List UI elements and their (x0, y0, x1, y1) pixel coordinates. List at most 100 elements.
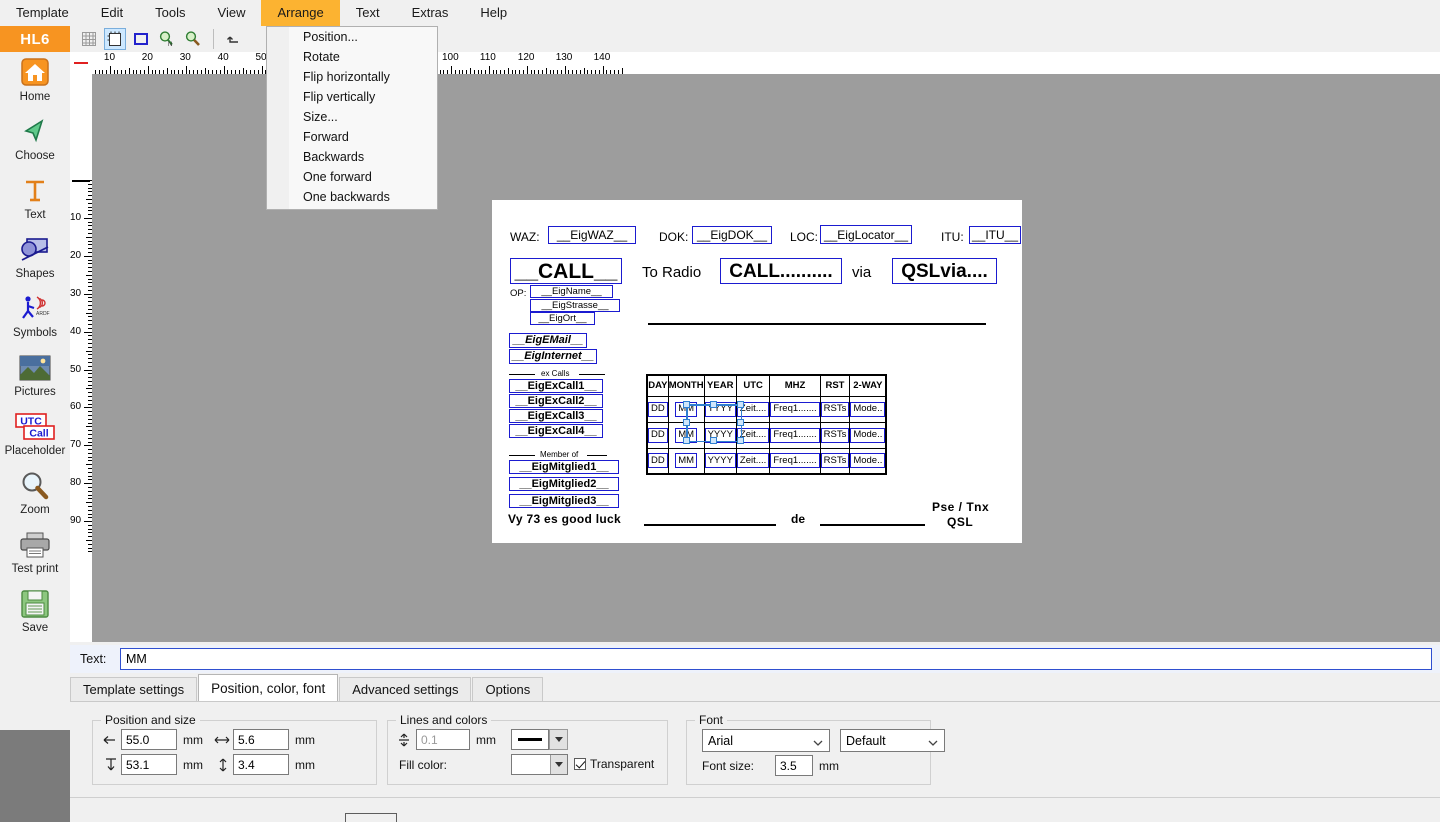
size-height-input[interactable] (233, 754, 289, 775)
qso-cell-r3-c2[interactable]: MM (667, 447, 705, 475)
menu-item-template[interactable]: Template (0, 0, 85, 26)
resize-handle-nw[interactable] (683, 401, 690, 408)
qso-placeholder-field[interactable]: DD (648, 453, 668, 469)
sidebar-item-placeholder[interactable]: UTC Call Placeholder (0, 406, 70, 465)
tab-options[interactable]: Options (472, 677, 544, 701)
menu-option-one-forward[interactable]: One forward (267, 167, 437, 187)
email-field[interactable]: __EigEMail__ (509, 333, 587, 348)
op-name-field[interactable]: __EigName__ (530, 285, 613, 298)
sidebar-item-text[interactable]: Text (0, 170, 70, 229)
ex-call-field-3[interactable]: __EigExCall3__ (509, 409, 603, 423)
qso-placeholder-field[interactable]: Mode.. (850, 427, 886, 443)
qso-cell-r2-c6[interactable]: RSTs (819, 421, 851, 449)
qso-cell-r3-c5[interactable]: Freq1....... (769, 447, 821, 475)
member-field-1[interactable]: __EigMitglied1__ (509, 460, 619, 474)
menu-option-position[interactable]: Position... (267, 27, 437, 47)
line-thickness-input[interactable] (416, 729, 470, 750)
resize-handle-n[interactable] (710, 401, 717, 408)
qso-placeholder-field[interactable]: Mode.. (850, 453, 886, 469)
loc-field[interactable]: __EigLocator__ (820, 225, 912, 244)
line-style-dropdown-button[interactable] (549, 729, 568, 750)
resize-handle-s[interactable] (710, 437, 717, 444)
tab-advanced-settings[interactable]: Advanced settings (339, 677, 472, 701)
font-family-select[interactable]: Arial (702, 729, 830, 752)
qso-cell-r2-c5[interactable]: Freq1....... (769, 421, 821, 449)
op-city-field[interactable]: __EigOrt__ (530, 312, 595, 325)
resize-handle-se[interactable] (737, 437, 744, 444)
qso-placeholder-field[interactable]: Freq1....... (770, 401, 820, 417)
call-field[interactable]: __CALL__ (510, 258, 622, 284)
via-field[interactable]: QSLvia.... (892, 258, 997, 284)
qso-placeholder-field[interactable]: RSTs (820, 401, 850, 417)
sidebar-item-pictures[interactable]: Pictures (0, 347, 70, 406)
member-field-3[interactable]: __EigMitglied3__ (509, 494, 619, 508)
font-size-input[interactable] (775, 755, 813, 776)
resize-handle-sw[interactable] (683, 437, 690, 444)
qso-table-header-month[interactable]: MONTH (667, 374, 705, 397)
arrange-dropdown-menu[interactable]: Position... Rotate Flip horizontally Fli… (266, 26, 438, 210)
menu-item-text[interactable]: Text (340, 0, 396, 26)
resize-handle-e[interactable] (737, 419, 744, 426)
ex-call-field-2[interactable]: __EigExCall2__ (509, 394, 603, 408)
font-style-select[interactable]: Default (840, 729, 945, 752)
sidebar-item-choose[interactable]: Choose (0, 111, 70, 170)
selection-box[interactable] (683, 401, 744, 444)
menu-item-view[interactable]: View (202, 0, 262, 26)
size-width-input[interactable] (233, 729, 289, 750)
qso-placeholder-field[interactable]: YYYY (704, 453, 736, 469)
fill-color-swatch[interactable] (511, 754, 568, 775)
internet-field[interactable]: __EigInternet__ (509, 349, 597, 364)
menu-item-help[interactable]: Help (464, 0, 523, 26)
zoom-icon[interactable] (182, 28, 204, 50)
menu-item-edit[interactable]: Edit (85, 0, 139, 26)
ex-call-field-1[interactable]: __EigExCall1__ (509, 379, 603, 393)
qso-table-header-utc[interactable]: UTC (735, 374, 771, 397)
qso-cell-r1-c5[interactable]: Freq1....... (769, 395, 821, 423)
qso-placeholder-field[interactable]: Freq1....... (770, 453, 820, 469)
position-x-input[interactable] (121, 729, 177, 750)
menu-option-one-backwards[interactable]: One backwards (267, 187, 437, 207)
qso-cell-r2-c1[interactable]: DD (646, 421, 669, 449)
footer-button[interactable] (345, 813, 397, 822)
qso-placeholder-field[interactable]: RSTs (820, 427, 850, 443)
menu-option-flip-horizontally[interactable]: Flip horizontally (267, 67, 437, 87)
qso-cell-r1-c1[interactable]: DD (646, 395, 669, 423)
resize-handle-w[interactable] (683, 419, 690, 426)
itu-field[interactable]: __ITU__ (969, 226, 1021, 244)
qso-cell-r3-c7[interactable]: Mode.. (849, 447, 887, 475)
qso-placeholder-field[interactable]: Zeit.... (736, 453, 770, 469)
dok-field[interactable]: __EigDOK__ (692, 226, 772, 244)
qso-placeholder-field[interactable]: Mode.. (850, 401, 886, 417)
sidebar-item-home[interactable]: Home (0, 52, 70, 111)
line-style-preview[interactable] (511, 729, 549, 750)
op-street-field[interactable]: __EigStrasse__ (530, 299, 620, 312)
qso-table-header-rst[interactable]: RST (819, 374, 851, 397)
qso-cell-r3-c3[interactable]: YYYY (703, 447, 737, 475)
fill-color-dropdown-button[interactable] (550, 755, 567, 774)
sidebar-item-zoom[interactable]: Zoom (0, 465, 70, 524)
qso-placeholder-field[interactable]: Freq1....... (770, 427, 820, 443)
qsl-card[interactable]: WAZ: __EigWAZ__ DOK: __EigDOK__ LOC: __E… (492, 200, 1022, 543)
menu-option-size[interactable]: Size... (267, 107, 437, 127)
qso-cell-r3-c6[interactable]: RSTs (819, 447, 851, 475)
qso-table-header-2-way[interactable]: 2-WAY (849, 374, 887, 397)
menu-item-tools[interactable]: Tools (139, 0, 201, 26)
qso-cell-r1-c7[interactable]: Mode.. (849, 395, 887, 423)
undo-icon[interactable] (223, 28, 245, 50)
member-field-2[interactable]: __EigMitglied2__ (509, 477, 619, 491)
menu-item-arrange[interactable]: Arrange (261, 0, 340, 26)
waz-field[interactable]: __EigWAZ__ (548, 226, 636, 244)
qso-placeholder-field[interactable]: DD (648, 401, 668, 417)
qso-placeholder-field[interactable]: DD (648, 427, 668, 443)
qso-cell-r2-c7[interactable]: Mode.. (849, 421, 887, 449)
menu-option-rotate[interactable]: Rotate (267, 47, 437, 67)
text-input[interactable] (120, 648, 1432, 670)
ex-call-field-4[interactable]: __EigExCall4__ (509, 424, 603, 438)
resize-handle-ne[interactable] (737, 401, 744, 408)
tab-position-color-font[interactable]: Position, color, font (198, 674, 339, 701)
menu-option-backwards[interactable]: Backwards (267, 147, 437, 167)
vertical-ruler[interactable]: 10 20 30 40 50 60 70 80 90 (70, 52, 92, 642)
qso-placeholder-field[interactable]: RSTs (820, 453, 850, 469)
qso-table-header-year[interactable]: YEAR (703, 374, 737, 397)
qso-table-header-mhz[interactable]: MHZ (769, 374, 821, 397)
